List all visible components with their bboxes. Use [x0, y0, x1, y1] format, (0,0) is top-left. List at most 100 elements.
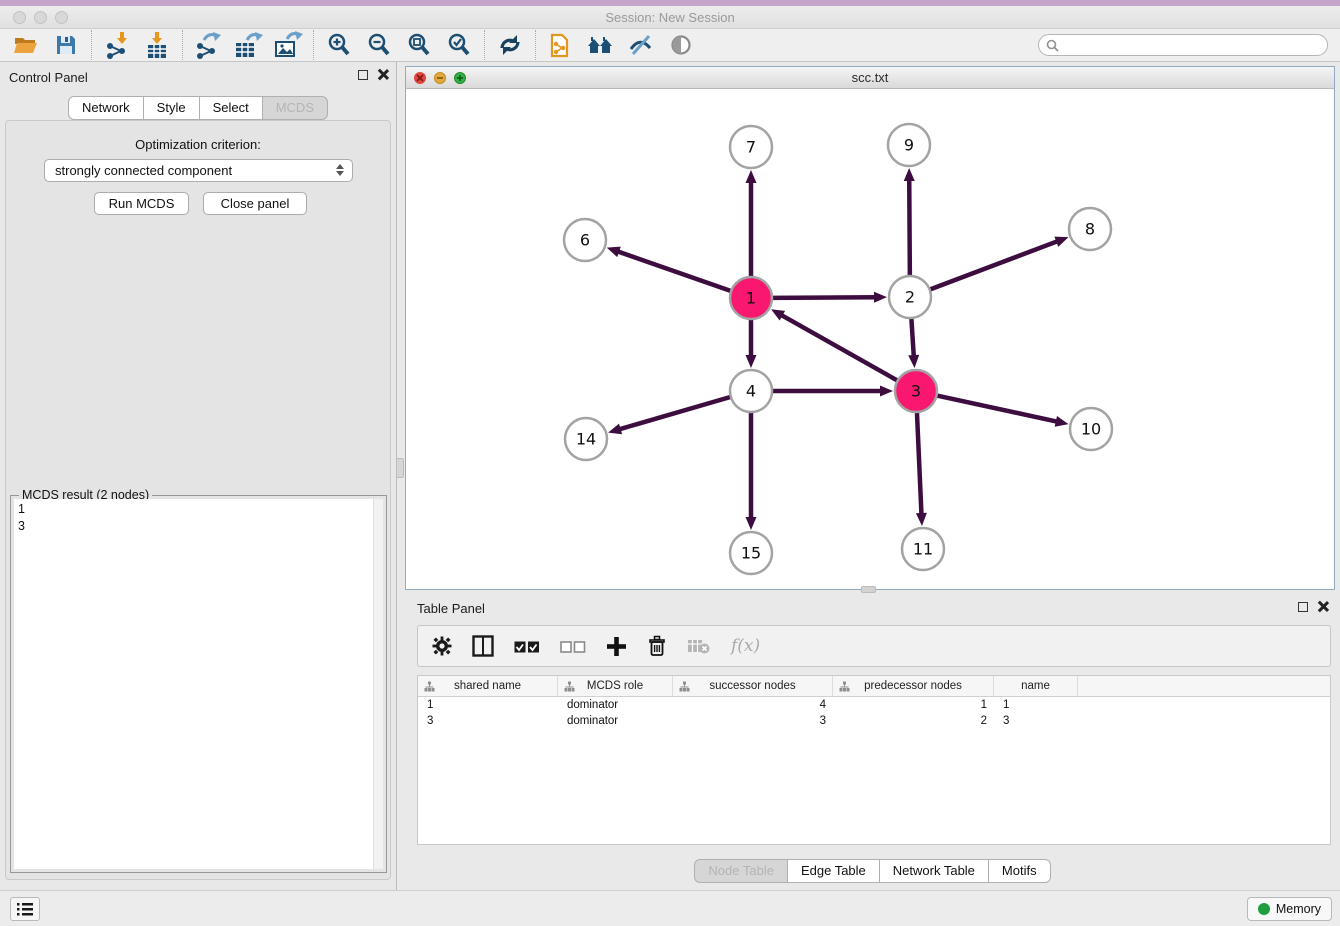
graph-node-11[interactable]: 11 — [902, 528, 944, 570]
network-file-icon[interactable] — [541, 30, 581, 60]
tab-network-table[interactable]: Network Table — [879, 859, 989, 883]
show-columns-icon[interactable] — [472, 635, 494, 657]
table-row[interactable]: 1 dominator 4 1 1 — [418, 697, 1330, 713]
open-session-icon[interactable] — [6, 30, 46, 60]
toolbar-separator — [91, 30, 92, 60]
delete-column-icon[interactable] — [647, 635, 667, 657]
create-column-icon[interactable] — [606, 636, 627, 657]
zoom-in-icon[interactable] — [319, 30, 359, 60]
graphics-details-icon[interactable] — [621, 30, 661, 60]
close-panel-button[interactable]: Close panel — [203, 192, 307, 215]
horizontal-splitter-handle[interactable] — [861, 586, 876, 593]
svg-text:10: 10 — [1081, 420, 1101, 439]
column-type-icon — [564, 681, 575, 692]
column-header-shared-name[interactable]: shared name — [418, 676, 558, 696]
table-row[interactable]: 3 dominator 3 2 3 — [418, 713, 1330, 729]
network-window-titlebar[interactable]: scc.txt — [406, 67, 1334, 89]
graph-edge-2-9[interactable] — [904, 168, 915, 275]
tab-network[interactable]: Network — [68, 96, 144, 120]
svg-text:3: 3 — [911, 382, 921, 401]
graph-edge-1-7[interactable] — [746, 170, 757, 276]
cell-name: 3 — [994, 715, 1078, 727]
graph-edge-1-2[interactable] — [773, 292, 887, 303]
run-mcds-button[interactable]: Run MCDS — [94, 192, 189, 215]
network-canvas[interactable]: 7 9 6 8 1 2 4 3 14 10 15 11 — [406, 89, 1334, 589]
mcds-result-scrollbar[interactable] — [373, 499, 383, 869]
float-table-panel-icon[interactable] — [1298, 602, 1308, 612]
graph-node-9[interactable]: 9 — [888, 124, 930, 166]
graph-node-10[interactable]: 10 — [1070, 408, 1112, 450]
select-all-columns-icon[interactable] — [514, 640, 540, 653]
graph-node-3[interactable]: 3 — [895, 370, 937, 412]
graph-edge-1-4[interactable] — [746, 320, 757, 368]
control-panel-title: Control Panel — [9, 70, 88, 85]
export-table-icon[interactable] — [228, 30, 268, 60]
zoom-out-icon[interactable] — [359, 30, 399, 60]
graph-node-4[interactable]: 4 — [730, 370, 772, 412]
column-header-name[interactable]: name — [994, 676, 1078, 696]
graph-edge-3-11[interactable] — [916, 413, 927, 526]
control-panel: Control Panel Network Style Select MCDS … — [0, 62, 397, 890]
svg-text:7: 7 — [746, 138, 756, 157]
toolbar-separator — [484, 30, 485, 60]
graph-edge-4-3[interactable] — [773, 386, 893, 397]
table-panel-title: Table Panel — [417, 601, 485, 616]
table-settings-gear-icon[interactable] — [432, 636, 452, 656]
task-list-icon — [17, 902, 33, 916]
task-history-button[interactable] — [10, 897, 40, 921]
mcds-result-text[interactable]: 1 3 — [14, 499, 373, 869]
import-network-icon[interactable] — [97, 30, 137, 60]
column-type-icon — [839, 681, 850, 692]
export-network-icon[interactable] — [188, 30, 228, 60]
export-image-icon[interactable] — [268, 30, 308, 60]
apply-layout-icon[interactable] — [490, 30, 530, 60]
graph-edge-3-10[interactable] — [937, 396, 1068, 427]
svg-text:2: 2 — [905, 288, 915, 307]
import-table-icon[interactable] — [137, 30, 177, 60]
tab-node-table[interactable]: Node Table — [694, 859, 788, 883]
graph-node-7[interactable]: 7 — [730, 126, 772, 168]
unselect-all-columns-icon[interactable] — [560, 640, 586, 653]
graph-node-6[interactable]: 6 — [564, 219, 606, 261]
delete-table-icon[interactable] — [687, 638, 711, 654]
tab-mcds[interactable]: MCDS — [262, 96, 328, 120]
column-header-predecessor-nodes[interactable]: predecessor nodes — [833, 676, 994, 696]
control-panel-tabs: Network Style Select MCDS — [0, 96, 396, 120]
search-field-wrap — [1038, 34, 1328, 56]
birds-eye-icon[interactable] — [661, 30, 701, 60]
cell-predecessor-nodes: 1 — [833, 699, 994, 711]
graph-edge-4-15[interactable] — [746, 413, 757, 530]
function-builder-icon[interactable]: f(x) — [731, 636, 760, 656]
graph-node-14[interactable]: 14 — [565, 418, 607, 460]
graph-edge-4-14[interactable] — [608, 397, 730, 434]
save-session-icon[interactable] — [46, 30, 86, 60]
zoom-selected-icon[interactable] — [439, 30, 479, 60]
column-header-mcds-role[interactable]: MCDS role — [558, 676, 673, 696]
node-table: shared name MCDS role successor nodes pr… — [417, 675, 1331, 845]
graph-node-1[interactable]: 1 — [730, 277, 772, 319]
home-icon[interactable] — [581, 30, 621, 60]
float-panel-icon[interactable] — [358, 70, 368, 80]
optimization-criterion-select[interactable]: strongly connected component — [44, 159, 353, 182]
graph-edge-1-6[interactable] — [607, 247, 731, 291]
graph-node-8[interactable]: 8 — [1069, 208, 1111, 250]
tab-select[interactable]: Select — [199, 96, 263, 120]
status-bar: Memory — [0, 890, 1340, 926]
column-header-successor-nodes[interactable]: successor nodes — [673, 676, 833, 696]
tab-motifs[interactable]: Motifs — [988, 859, 1051, 883]
zoom-fit-icon[interactable] — [399, 30, 439, 60]
svg-text:4: 4 — [746, 382, 756, 401]
search-input[interactable] — [1038, 34, 1328, 56]
tab-edge-table[interactable]: Edge Table — [787, 859, 880, 883]
graph-edge-2-3[interactable] — [908, 319, 919, 368]
tab-style[interactable]: Style — [143, 96, 200, 120]
vertical-splitter-handle[interactable] — [396, 458, 404, 478]
table-panel: Table Panel f(x) shared name — [405, 595, 1340, 890]
graph-node-15[interactable]: 15 — [730, 532, 772, 574]
close-table-panel-icon[interactable] — [1317, 601, 1328, 612]
memory-button[interactable]: Memory — [1247, 897, 1332, 921]
graph-edge-3-1[interactable] — [771, 309, 897, 380]
graph-node-2[interactable]: 2 — [889, 276, 931, 318]
close-panel-icon[interactable] — [377, 69, 388, 80]
graph-edge-2-8[interactable] — [931, 237, 1069, 290]
